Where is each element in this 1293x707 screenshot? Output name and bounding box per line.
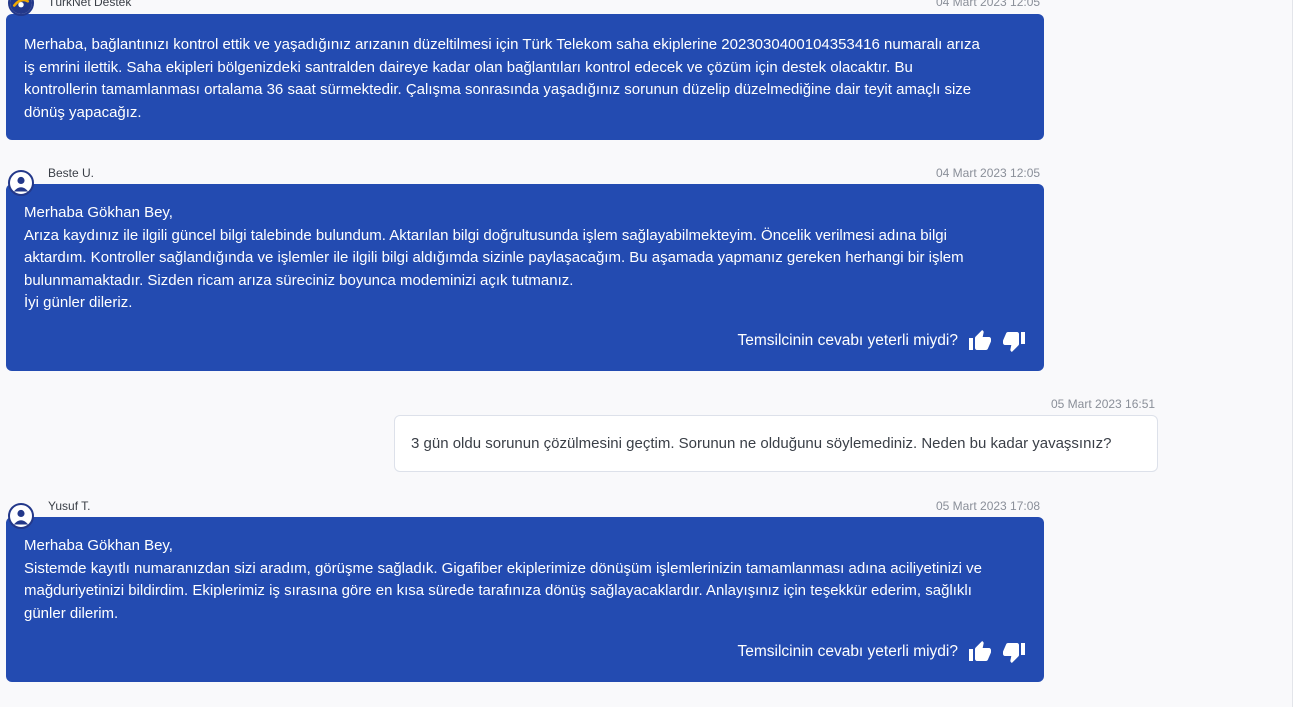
message-line: bulunmamaktadır. Sizden ricam arıza süre…: [24, 271, 574, 289]
message-bubble: Merhaba Gökhan Bey, Sistemde kayıtlı num…: [6, 517, 1044, 682]
message-line: Arıza kaydınız ile ilgili güncel bilgi t…: [24, 226, 947, 244]
message-line: İyi günler dileriz.: [24, 294, 133, 311]
message-timestamp: 05 Mart 2023 16:51: [1051, 397, 1156, 411]
message-line: Merhaba, bağlantınızı kontrol ettik ve y…: [24, 36, 980, 53]
message-line: kontrollerin tamamlanması ortalama 36 sa…: [24, 81, 972, 98]
sender-name: TürkNet Destek: [48, 0, 132, 9]
feedback-row: Temsilcinin cevabı yeterli miydi?: [737, 329, 1026, 353]
message-line: aktardım. Kontroller sağlandığında ve iş…: [24, 249, 964, 266]
thumbs-down-icon[interactable]: [1002, 329, 1026, 353]
feedback-row: Temsilcinin cevabı yeterli miydi?: [737, 640, 1026, 664]
thumbs-up-icon[interactable]: [968, 640, 992, 664]
message-text: 3 gün oldu sorunun çözülmesini geçtim. S…: [411, 434, 1112, 452]
user-message-bubble: 3 gün oldu sorunun çözülmesini geçtim. S…: [394, 415, 1158, 472]
message-line: dönüş yapacağız.: [24, 103, 142, 121]
message-bubble: Merhaba Gökhan Bey, Arıza kaydınız ile i…: [6, 184, 1044, 371]
message-line: Merhaba Gökhan Bey,: [24, 537, 173, 554]
message-timestamp: 04 Mart 2023 12:05: [936, 0, 1041, 9]
message-line: Sistemde kayıtlı numaranızdan sizi aradı…: [24, 559, 982, 577]
thumbs-up-icon[interactable]: [968, 329, 992, 353]
message-timestamp: 05 Mart 2023 17:08: [936, 499, 1041, 513]
feedback-question: Temsilcinin cevabı yeterli miydi?: [737, 642, 958, 660]
message-line: iş emrini ilettik. Saha ekipleri bölgeni…: [24, 58, 913, 76]
user-avatar-icon: [8, 503, 34, 529]
message-timestamp: 04 Mart 2023 12:05: [936, 166, 1041, 180]
user-avatar-icon: [8, 170, 34, 196]
message-bubble: Merhaba, bağlantınızı kontrol ettik ve y…: [6, 14, 1044, 140]
message-line: mağduriyetinizi bildirdim. Ekiplerimiz i…: [24, 582, 972, 599]
feedback-question: Temsilcinin cevabı yeterli miydi?: [737, 331, 958, 349]
message-line: günler dilerim.: [24, 604, 119, 622]
sender-name: Beste U.: [48, 166, 95, 180]
thumbs-down-icon[interactable]: [1002, 640, 1026, 664]
message-line: Merhaba Gökhan Bey,: [24, 204, 173, 221]
sender-name: Yusuf T.: [48, 499, 91, 513]
turknet-logo-icon: [8, 0, 34, 16]
